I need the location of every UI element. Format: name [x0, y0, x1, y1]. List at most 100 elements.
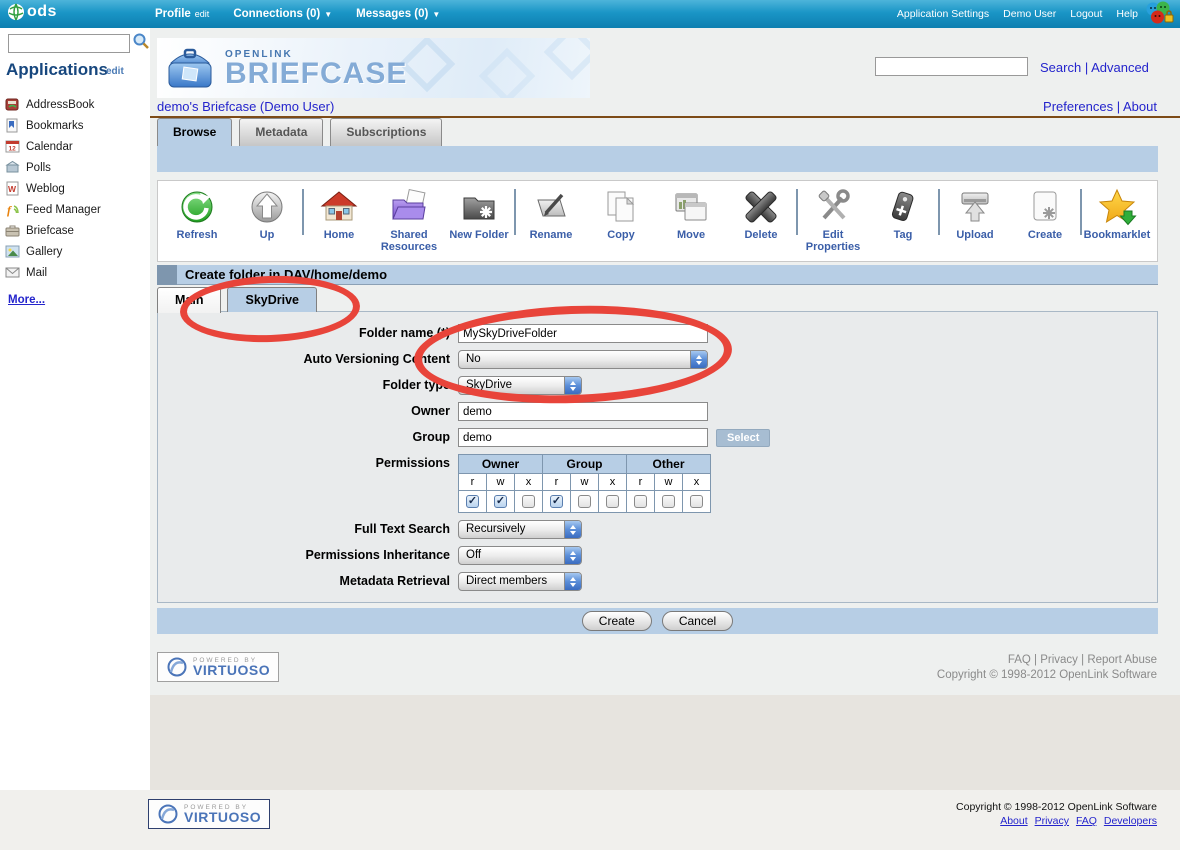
upload-icon — [961, 192, 989, 222]
toolbar-up[interactable]: Up — [232, 187, 302, 241]
permissions-col-group: Group — [542, 454, 627, 474]
header-search-input[interactable] — [875, 57, 1028, 76]
perm-checkbox-owner-r[interactable]: ✓ — [466, 494, 479, 508]
toolbar-copy[interactable]: Copy — [586, 187, 656, 241]
sidebar-item-polls[interactable]: Polls — [5, 157, 150, 178]
more-link[interactable]: More... — [8, 294, 45, 306]
toolbar-edit-properties[interactable]: Edit Properties — [798, 187, 868, 253]
ods-faces-icon[interactable] — [1144, 1, 1174, 32]
faq-link[interactable]: FAQ — [1008, 654, 1031, 666]
folder-name-input[interactable] — [458, 324, 708, 343]
folder-type-label: Folder type — [382, 378, 450, 392]
sidebar-item-briefcase[interactable]: Briefcase — [5, 220, 150, 241]
ods-logo[interactable]: ods — [7, 3, 57, 21]
perm-checkbox-owner-x[interactable] — [522, 494, 535, 508]
bookmarklet-icon — [1098, 188, 1137, 226]
sidebar-item-feed-manager[interactable]: f Feed Manager — [5, 199, 150, 220]
advanced-search-link[interactable]: Advanced — [1091, 60, 1149, 75]
perm-checkbox-other-w[interactable] — [662, 494, 675, 508]
cancel-button[interactable]: Cancel — [661, 611, 734, 631]
search-icon[interactable] — [132, 32, 150, 50]
tab-main[interactable]: Main — [157, 287, 222, 313]
perm-checkbox-other-r[interactable] — [634, 494, 647, 508]
permissions-col-owner: Owner — [458, 454, 543, 474]
sidebar-item-mail[interactable]: Mail — [5, 262, 150, 283]
tab-subscriptions[interactable]: Subscriptions — [330, 118, 443, 146]
virtuoso-logo[interactable]: POWERED BY VIRTUOSO — [157, 652, 280, 682]
weblog-icon: W — [6, 181, 19, 196]
perm-checkbox-other-x[interactable] — [690, 494, 703, 508]
sidebar-item-calendar[interactable]: 12 Calendar — [5, 136, 150, 157]
logout-link[interactable]: Logout — [1070, 8, 1102, 20]
group-input[interactable] — [458, 428, 708, 447]
toolbar-create[interactable]: Create — [1010, 187, 1080, 241]
demo-user-link[interactable]: Demo User — [1003, 8, 1056, 20]
folder-type-select[interactable]: SkyDrive — [458, 376, 582, 395]
select-stepper-icon — [564, 547, 581, 564]
report-abuse-link[interactable]: Report Abuse — [1087, 654, 1157, 666]
messages-menu[interactable]: Messages (0) ▼ — [356, 8, 440, 20]
sidebar-item-bookmarks[interactable]: Bookmarks — [5, 115, 150, 136]
copy-icon — [607, 191, 635, 222]
full-text-search-select[interactable]: Recursively — [458, 520, 582, 539]
svg-text:f: f — [7, 203, 12, 217]
owner-input[interactable] — [458, 402, 708, 421]
sidebar-item-gallery[interactable]: Gallery — [5, 241, 150, 262]
applications-edit-link[interactable]: edit — [106, 66, 124, 77]
toolbar-rename[interactable]: Rename — [516, 187, 586, 241]
ods-logo-text: ods — [27, 3, 57, 20]
toolbar-upload[interactable]: Upload — [940, 187, 1010, 241]
privacy-link[interactable]: Privacy — [1040, 654, 1078, 666]
select-stepper-icon — [564, 521, 581, 538]
sidebar-item-addressbook[interactable]: AddressBook — [5, 94, 150, 115]
shared-resources-icon — [392, 188, 426, 220]
search-link[interactable]: Search — [1040, 60, 1081, 75]
application-settings-link[interactable]: Application Settings — [897, 8, 989, 20]
toolbar-move[interactable]: Move — [656, 187, 726, 241]
faq-link-bottom[interactable]: FAQ — [1076, 815, 1097, 827]
tab-browse[interactable]: Browse — [157, 118, 233, 146]
toolbar: Refresh Up Home Shared Resources New Fol… — [157, 180, 1158, 262]
mail-icon — [5, 267, 20, 278]
perm-checkbox-group-r[interactable]: ✓ — [550, 494, 563, 508]
footer-copyright: Copyright © 1998-2012 OpenLink Software — [936, 669, 1157, 681]
toolbar-refresh[interactable]: Refresh — [162, 187, 232, 241]
developers-link-bottom[interactable]: Developers — [1104, 815, 1157, 827]
toolbar-shared-resources[interactable]: Shared Resources — [374, 187, 444, 253]
hexagon-decoration — [543, 38, 590, 81]
perm-checkbox-group-x[interactable] — [606, 494, 619, 508]
virtuoso-logo-bottom[interactable]: POWERED BY VIRTUOSO — [148, 799, 271, 829]
breadcrumb[interactable]: demo's Briefcase (Demo User) — [157, 99, 334, 114]
toolbar-tag[interactable]: Tag — [868, 187, 938, 241]
sidebar-item-weblog[interactable]: W Weblog — [5, 178, 150, 199]
tab-skydrive[interactable]: SkyDrive — [227, 287, 317, 312]
virtuoso-swirl-icon — [158, 804, 178, 824]
toolbar-bookmarklet[interactable]: Bookmarklet — [1082, 187, 1152, 241]
toolbar-new-folder[interactable]: New Folder — [444, 187, 514, 241]
toolbar-delete[interactable]: Delete — [726, 187, 796, 241]
tab-metadata[interactable]: Metadata — [239, 118, 324, 146]
help-link[interactable]: Help — [1116, 8, 1138, 20]
metadata-retrieval-select[interactable]: Direct members — [458, 572, 582, 591]
create-button[interactable]: Create — [581, 611, 652, 631]
connections-menu[interactable]: Connections (0) ▼ — [233, 8, 332, 20]
sidebar-search-input[interactable] — [8, 34, 130, 53]
auto-versioning-select[interactable]: No — [458, 350, 708, 369]
preferences-link[interactable]: Preferences — [1043, 99, 1113, 114]
perm-checkbox-owner-w[interactable]: ✓ — [494, 494, 507, 508]
about-link[interactable]: About — [1123, 99, 1157, 114]
privacy-link-bottom[interactable]: Privacy — [1035, 815, 1069, 827]
about-link-bottom[interactable]: About — [1000, 815, 1027, 827]
folder-form-tabs: Main SkyDrive — [157, 287, 317, 313]
permissions-inheritance-select[interactable]: Off — [458, 546, 582, 565]
perm-checkbox-group-w[interactable] — [578, 494, 591, 508]
full-text-search-label: Full Text Search — [354, 522, 450, 536]
virtuoso-swirl-icon — [167, 657, 187, 677]
tag-icon — [891, 191, 914, 221]
section-title: Create folder in DAV/home/demo — [185, 267, 388, 282]
profile-menu[interactable]: Profile edit — [155, 8, 209, 20]
toolbar-home[interactable]: Home — [304, 187, 374, 241]
group-select-button[interactable]: Select — [716, 428, 771, 447]
move-icon — [675, 193, 707, 221]
hexagon-decoration — [478, 47, 536, 98]
